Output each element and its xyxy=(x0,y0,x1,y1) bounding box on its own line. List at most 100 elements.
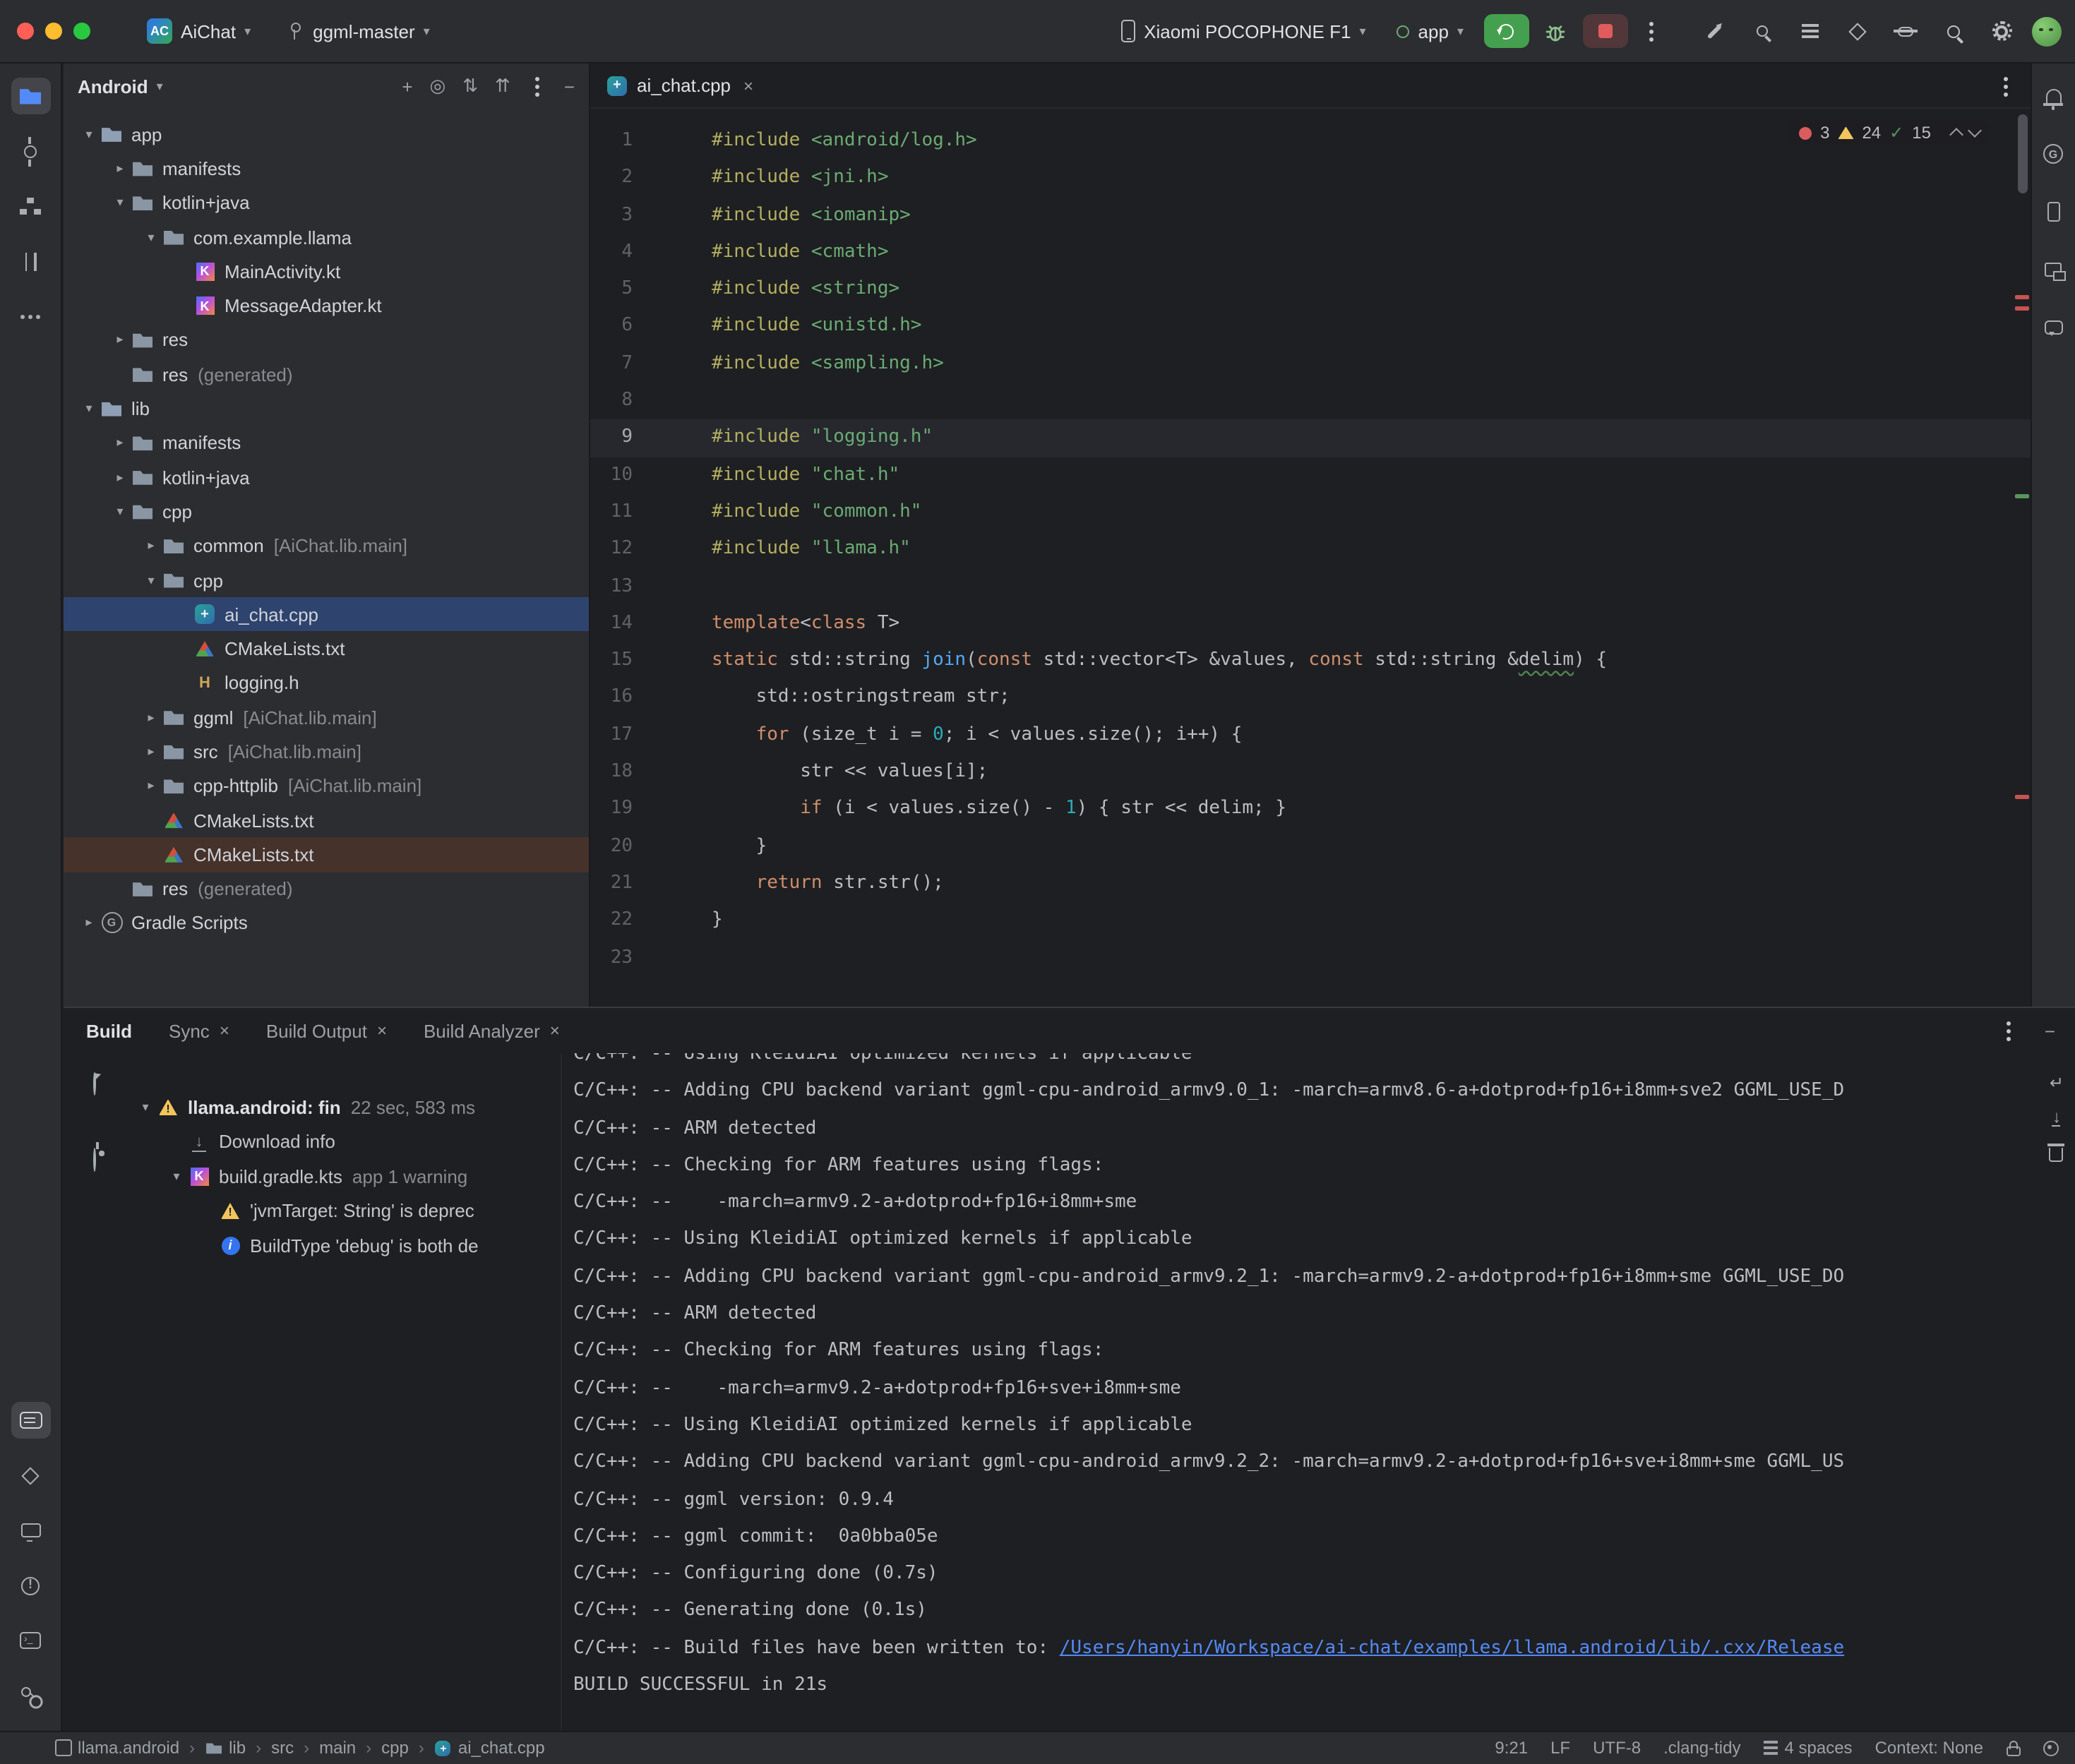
search-actions-icon[interactable] xyxy=(1743,14,1780,48)
expand-all-icon[interactable]: ⇅ xyxy=(462,75,478,97)
tree-item-com-example-llama[interactable]: ▾com.example.llama xyxy=(64,220,589,255)
more-actions-icon[interactable] xyxy=(1642,17,1661,45)
device-mirroring-icon[interactable] xyxy=(1887,14,1924,48)
stop-button[interactable] xyxy=(1582,14,1627,48)
tree-item-src[interactable]: ▸src[AiChat.lib.main] xyxy=(64,735,589,769)
lock-status-icon[interactable] xyxy=(2006,1741,2020,1756)
close-icon[interactable]: × xyxy=(220,1021,229,1040)
scroll-to-end-icon[interactable]: ↓ xyxy=(2052,1110,2061,1127)
device-manager-tool-button[interactable] xyxy=(2033,193,2073,230)
close-icon[interactable]: × xyxy=(743,76,753,95)
line-number[interactable]: 8 xyxy=(590,383,633,420)
breadcrumb-item-main[interactable]: main xyxy=(319,1739,356,1758)
options-menu-icon[interactable] xyxy=(527,72,547,100)
debug-button[interactable] xyxy=(1537,14,1574,48)
line-number[interactable]: 5 xyxy=(590,271,633,308)
line-number[interactable]: 7 xyxy=(590,346,633,383)
code-line[interactable]: 6#include <unistd.h> xyxy=(590,308,2030,346)
breadcrumb-item-cpp[interactable]: cpp xyxy=(381,1739,409,1758)
tree-item-download-info[interactable]: Download info xyxy=(123,1124,546,1159)
assistant-tool-button[interactable] xyxy=(2033,309,2073,346)
layout-inspector-tool-button[interactable] xyxy=(2033,251,2073,288)
editor-options-icon[interactable] xyxy=(1996,71,2016,100)
code-line[interactable]: 17 for (size_t i = 0; i < values.size();… xyxy=(590,717,2030,755)
tree-item-manifests[interactable]: ▸manifests xyxy=(64,426,589,460)
code-line[interactable]: 4#include <cmath> xyxy=(590,234,2030,272)
error-stripe-mark[interactable] xyxy=(2014,295,2028,299)
build-tab-sync[interactable]: Sync× xyxy=(169,1020,229,1041)
status-item-context-none[interactable]: Context: None xyxy=(1875,1739,1983,1758)
project-tool-button[interactable] xyxy=(11,78,50,114)
tree-item-cmakelists-txt[interactable]: CMakeLists.txt xyxy=(64,803,589,838)
editor-tab-ai-chat-cpp[interactable]: ai_chat.cpp × xyxy=(590,64,770,107)
code-line[interactable]: 23 xyxy=(590,940,2030,977)
code-line[interactable]: 10#include "chat.h" xyxy=(590,457,2030,494)
app-inspection-tool-button[interactable] xyxy=(11,1457,50,1494)
code-line[interactable]: 16 std::ostringstream str; xyxy=(590,680,2030,717)
build-tab-build-output[interactable]: Build Output× xyxy=(266,1020,387,1041)
code-line[interactable]: 14template<class T> xyxy=(590,606,2030,643)
build-variants-icon[interactable] xyxy=(1839,14,1876,48)
code-line[interactable]: 20 } xyxy=(590,828,2030,865)
run-button[interactable] xyxy=(1483,14,1529,48)
code-line[interactable]: 12#include "llama.h" xyxy=(590,532,2030,569)
status-item-lf[interactable]: LF xyxy=(1550,1739,1570,1758)
tree-item-cmakelists-txt[interactable]: CMakeLists.txt xyxy=(64,632,589,666)
error-stripe-mark[interactable] xyxy=(2014,306,2028,311)
tree-item-buildtype-debug-is-both-de[interactable]: BuildType 'debug' is both de xyxy=(123,1228,546,1263)
terminal-tool-button[interactable] xyxy=(11,1622,50,1659)
status-item-clang-tidy[interactable]: .clang-tidy xyxy=(1663,1739,1740,1758)
locate-file-icon[interactable]: ◎ xyxy=(430,75,446,97)
tree-item-messageadapter-kt[interactable]: MessageAdapter.kt xyxy=(64,289,589,323)
code-line[interactable]: 18 str << values[i]; xyxy=(590,754,2030,791)
tree-item-ai-chat-cpp[interactable]: ai_chat.cpp xyxy=(64,597,589,632)
logcat-tool-button[interactable] xyxy=(11,1402,50,1439)
code-line[interactable]: 11#include "common.h" xyxy=(590,494,2030,532)
search-everywhere-icon[interactable] xyxy=(1935,14,1972,48)
settings-gear-icon[interactable] xyxy=(1983,14,2020,48)
line-number[interactable]: 11 xyxy=(590,494,633,532)
build-tab-build-analyzer[interactable]: Build Analyzer× xyxy=(424,1020,560,1041)
tree-item-cmakelists-txt[interactable]: CMakeLists.txt xyxy=(64,837,589,872)
editor-code[interactable]: 1#include <android/log.h>2#include <jni.… xyxy=(590,109,2030,1007)
close-icon[interactable]: × xyxy=(377,1021,387,1040)
inspections-widget[interactable]: 3 24 ✓ 15 xyxy=(1790,120,1987,145)
code-line[interactable]: 21 return str.str(); xyxy=(590,865,2030,903)
close-icon[interactable]: × xyxy=(550,1021,560,1040)
rerun-build-icon[interactable] xyxy=(93,1073,96,1094)
project-widget[interactable]: AC AiChat ▾ xyxy=(136,10,262,52)
user-avatar[interactable] xyxy=(2031,16,2061,46)
editor-scrollbar[interactable] xyxy=(2017,114,2027,193)
ai-assistant-icon[interactable] xyxy=(1695,14,1732,48)
code-line[interactable]: 19 if (i < values.size() - 1) { str << d… xyxy=(590,791,2030,829)
indicator-status-icon[interactable] xyxy=(2043,1741,2058,1756)
chevron-down-icon[interactable]: ▾ xyxy=(157,78,163,94)
error-stripe-mark[interactable] xyxy=(2014,494,2028,498)
view-options-icon[interactable] xyxy=(93,1149,96,1170)
line-number[interactable]: 6 xyxy=(590,308,633,346)
device-selector[interactable]: Xiaomi POCOPHONE F1 ▾ xyxy=(1110,10,1377,52)
line-number[interactable]: 22 xyxy=(590,902,633,940)
tree-item-kotlin-java[interactable]: ▸kotlin+java xyxy=(64,460,589,495)
code-line[interactable]: 13 xyxy=(590,568,2030,606)
add-icon[interactable]: + xyxy=(402,76,412,97)
code-line[interactable]: 5#include <string> xyxy=(590,271,2030,308)
line-number[interactable]: 12 xyxy=(590,532,633,569)
run-config-selector[interactable]: app ▾ xyxy=(1386,10,1475,52)
console-link[interactable]: /Users/hanyin/Workspace/ai-chat/examples… xyxy=(1060,1638,1844,1659)
more-tool-windows-button[interactable] xyxy=(11,298,50,335)
tree-item-res[interactable]: res(generated) xyxy=(64,357,589,392)
tree-item-llama-android-fin[interactable]: ▾llama.android: fin22 sec, 583 ms xyxy=(123,1090,546,1124)
line-number[interactable]: 18 xyxy=(590,754,633,791)
close-window-button[interactable] xyxy=(17,23,34,40)
hide-build-panel-icon[interactable]: − xyxy=(2045,1020,2055,1041)
line-number[interactable]: 4 xyxy=(590,234,633,272)
tree-item-lib[interactable]: ▾lib xyxy=(64,392,589,426)
tree-item-kotlin-java[interactable]: ▾kotlin+java xyxy=(64,186,589,220)
tree-item-cpp[interactable]: ▾cpp xyxy=(64,563,589,598)
problems-tool-button[interactable] xyxy=(11,1567,50,1604)
code-line[interactable]: 9#include "logging.h" xyxy=(590,420,2030,457)
build-console[interactable]: C/C++: -- Using KleidiAI optimized kerne… xyxy=(561,1053,2075,1731)
pull-requests-tool-button[interactable] xyxy=(11,243,50,280)
line-number[interactable]: 15 xyxy=(590,642,633,680)
